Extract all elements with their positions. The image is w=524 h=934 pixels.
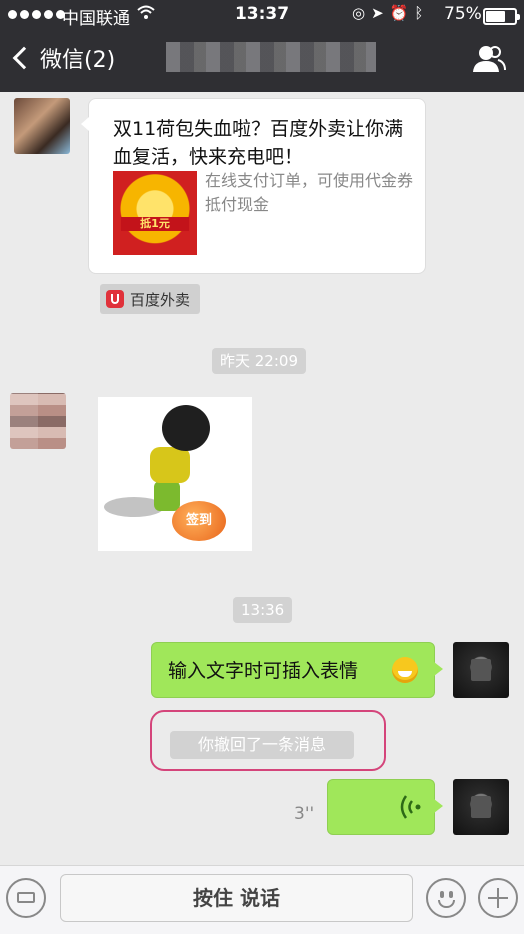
my-avatar[interactable] <box>453 642 509 698</box>
sticker-button-text: 签到 <box>172 501 226 541</box>
sticker-character-head <box>162 405 210 451</box>
location-icon: ➤ <box>371 4 390 22</box>
back-button[interactable]: 微信(2) <box>10 42 115 74</box>
battery-icon <box>483 8 520 25</box>
keyboard-icon[interactable] <box>6 878 46 918</box>
my-avatar[interactable] <box>453 779 509 835</box>
top-bar: 中国联通 13:37 ◎➤⏰ᛒ 75% 微信(2) <box>0 0 524 92</box>
voice-wave-icon <box>400 795 421 819</box>
baidu-waimai-icon <box>106 290 124 308</box>
lock-rotation-icon: ◎ <box>352 4 372 22</box>
timestamp: 13:36 <box>233 597 293 623</box>
plus-icon[interactable] <box>478 878 518 918</box>
card-source-label: 百度外卖 <box>130 290 191 309</box>
recalled-message-notice: 你撤回了一条消息 <box>170 731 354 759</box>
card-source-tag[interactable]: 百度外卖 <box>100 284 201 314</box>
voice-duration: 3'' <box>294 804 315 824</box>
back-label: 微信(2) <box>40 48 116 73</box>
alarm-icon: ⏰ <box>389 4 415 22</box>
sticker-message[interactable]: 签到 <box>98 397 252 551</box>
status-bar: 中国联通 13:37 ◎➤⏰ᛒ 75% <box>0 0 524 30</box>
input-bar: 按住 说话 <box>0 865 524 934</box>
timestamp: 昨天 22:09 <box>212 348 306 374</box>
grin-emoji-icon <box>392 657 418 683</box>
status-icons: ◎➤⏰ᛒ <box>352 4 429 22</box>
my-text-message[interactable]: 输入文字时可插入表情 <box>151 642 443 698</box>
card-thumbnail-text: 抵1元 <box>121 217 189 231</box>
battery-percent: 75% <box>444 4 482 24</box>
chat-title-pixelated <box>166 42 376 72</box>
profile-icon[interactable] <box>472 44 506 74</box>
emoji-icon[interactable] <box>426 878 466 918</box>
contact-avatar-pixelated[interactable] <box>10 393 66 449</box>
link-card-message[interactable]: 双11荷包失血啦？百度外卖让你满血复活，快来充电吧！ 抵1元 在线支付订单，可使… <box>81 98 426 274</box>
card-thumbnail: 抵1元 <box>113 171 197 255</box>
card-title: 双11荷包失血啦？百度外卖让你满血复活，快来充电吧！ <box>113 118 404 168</box>
my-text-message-content: 输入文字时可插入表情 <box>168 660 359 682</box>
bluetooth-icon: ᛒ <box>414 4 430 22</box>
back-chevron-icon <box>12 46 36 70</box>
contact-avatar[interactable] <box>14 98 70 154</box>
hold-to-talk-button[interactable]: 按住 说话 <box>60 874 413 922</box>
voice-message[interactable] <box>327 779 443 835</box>
card-description: 在线支付订单，可使用代金券抵付现金 <box>205 171 414 214</box>
